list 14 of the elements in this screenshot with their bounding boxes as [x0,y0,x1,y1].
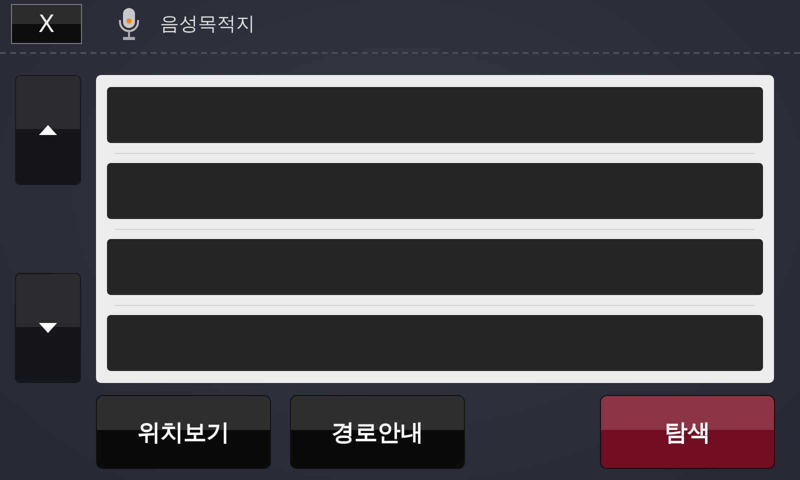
scroll-up-button[interactable] [15,75,81,185]
up-arrow-icon [36,124,60,136]
scroll-down-button[interactable] [15,273,81,383]
result-row[interactable] [107,87,763,143]
microphone-icon [118,7,140,41]
result-row[interactable] [107,163,763,219]
screen-title: 음성목적지 [160,12,255,37]
search-button[interactable]: 탐색 [600,395,775,469]
action-button[interactable]: 경로안내 [290,395,465,469]
result-row[interactable] [107,315,763,371]
down-arrow-icon [36,322,60,334]
result-row[interactable] [107,239,763,295]
close-button[interactable]: X [11,4,82,44]
action-button[interactable]: 위치보기 [96,395,271,469]
